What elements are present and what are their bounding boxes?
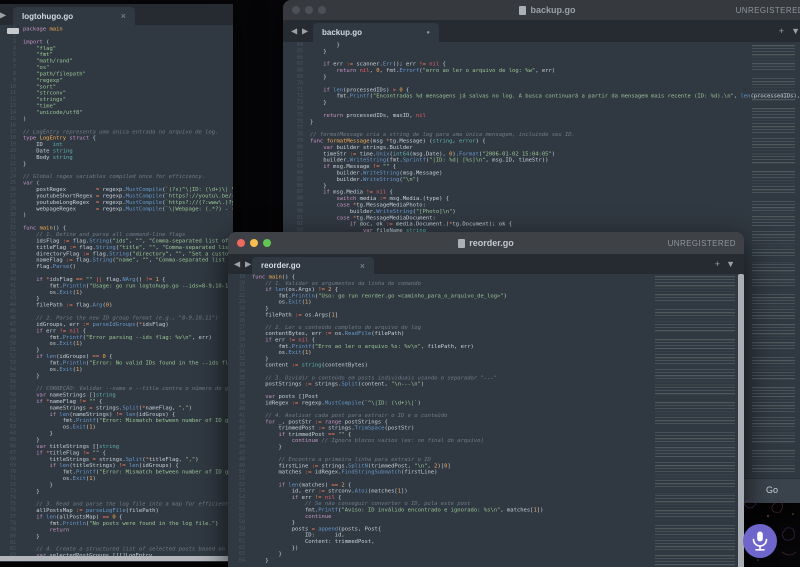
close-tab-icon[interactable]: ×	[360, 261, 365, 271]
tab-label: backup.go	[322, 28, 362, 37]
next-tab-icon[interactable]: ▶	[0, 10, 6, 19]
window-title: reorder.go	[228, 238, 744, 248]
horizontal-scrollbar[interactable]	[0, 556, 231, 561]
next-tab-icon[interactable]: ▶	[302, 27, 308, 36]
tab-label: reorder.go	[261, 261, 301, 270]
tab-overflow-icon[interactable]: ▼	[791, 26, 800, 36]
minimize-button[interactable]	[305, 6, 313, 14]
tab-label: logtohugo.go	[22, 12, 73, 21]
minimap[interactable]	[655, 276, 735, 567]
gutter-marker	[7, 28, 19, 34]
zoom-button[interactable]	[263, 239, 271, 247]
title-bar[interactable]: backup.go UNREGISTERED	[283, 0, 800, 21]
tab-overflow-icon[interactable]: ▼	[726, 259, 735, 269]
window-title: backup.go	[283, 5, 800, 15]
minimize-button[interactable]	[250, 239, 258, 247]
minimap[interactable]	[752, 45, 795, 475]
document-icon	[458, 239, 465, 248]
unregistered-badge: UNREGISTERED	[668, 239, 736, 248]
desktop: ◀ ▶ logtohugo.go × 1package main2 3impor…	[0, 0, 800, 567]
unregistered-badge: UNREGISTERED	[736, 6, 800, 15]
close-button[interactable]	[237, 239, 245, 247]
tab-bar: ◀ ▶ logtohugo.go ×	[0, 4, 233, 25]
code-editor[interactable]: 1package main2 3import (4 "flag"5 "fmt"6…	[0, 26, 233, 556]
window-logtohugo: ◀ ▶ logtohugo.go × 1package main2 3impor…	[0, 4, 233, 562]
window-reorder: reorder.go UNREGISTERED ◀ ▶ reorder.go ×…	[228, 232, 744, 567]
new-tab-icon[interactable]: +	[779, 26, 784, 36]
tab-reorder[interactable]: reorder.go ×	[252, 257, 374, 274]
document-icon	[519, 6, 526, 15]
new-tab-icon[interactable]: +	[715, 259, 720, 269]
close-tab-icon[interactable]: ×	[121, 11, 126, 21]
next-tab-icon[interactable]: ▶	[245, 260, 251, 269]
tab-backup[interactable]: backup.go ●	[313, 23, 439, 42]
close-button[interactable]	[292, 6, 300, 14]
tab-logtohugo[interactable]: logtohugo.go ×	[13, 7, 135, 25]
prev-tab-icon[interactable]: ◀	[234, 260, 240, 269]
voice-assistant-button[interactable]	[742, 523, 778, 559]
title-bar[interactable]: reorder.go UNREGISTERED	[228, 232, 744, 255]
zoom-button[interactable]	[318, 6, 326, 14]
tab-bar: ◀ ▶ backup.go ● + ▼	[283, 20, 800, 42]
tab-bar: ◀ ▶ reorder.go × + ▼	[228, 254, 744, 274]
modified-dot-icon: ●	[426, 30, 430, 36]
prev-tab-icon[interactable]: ◀	[291, 27, 297, 36]
